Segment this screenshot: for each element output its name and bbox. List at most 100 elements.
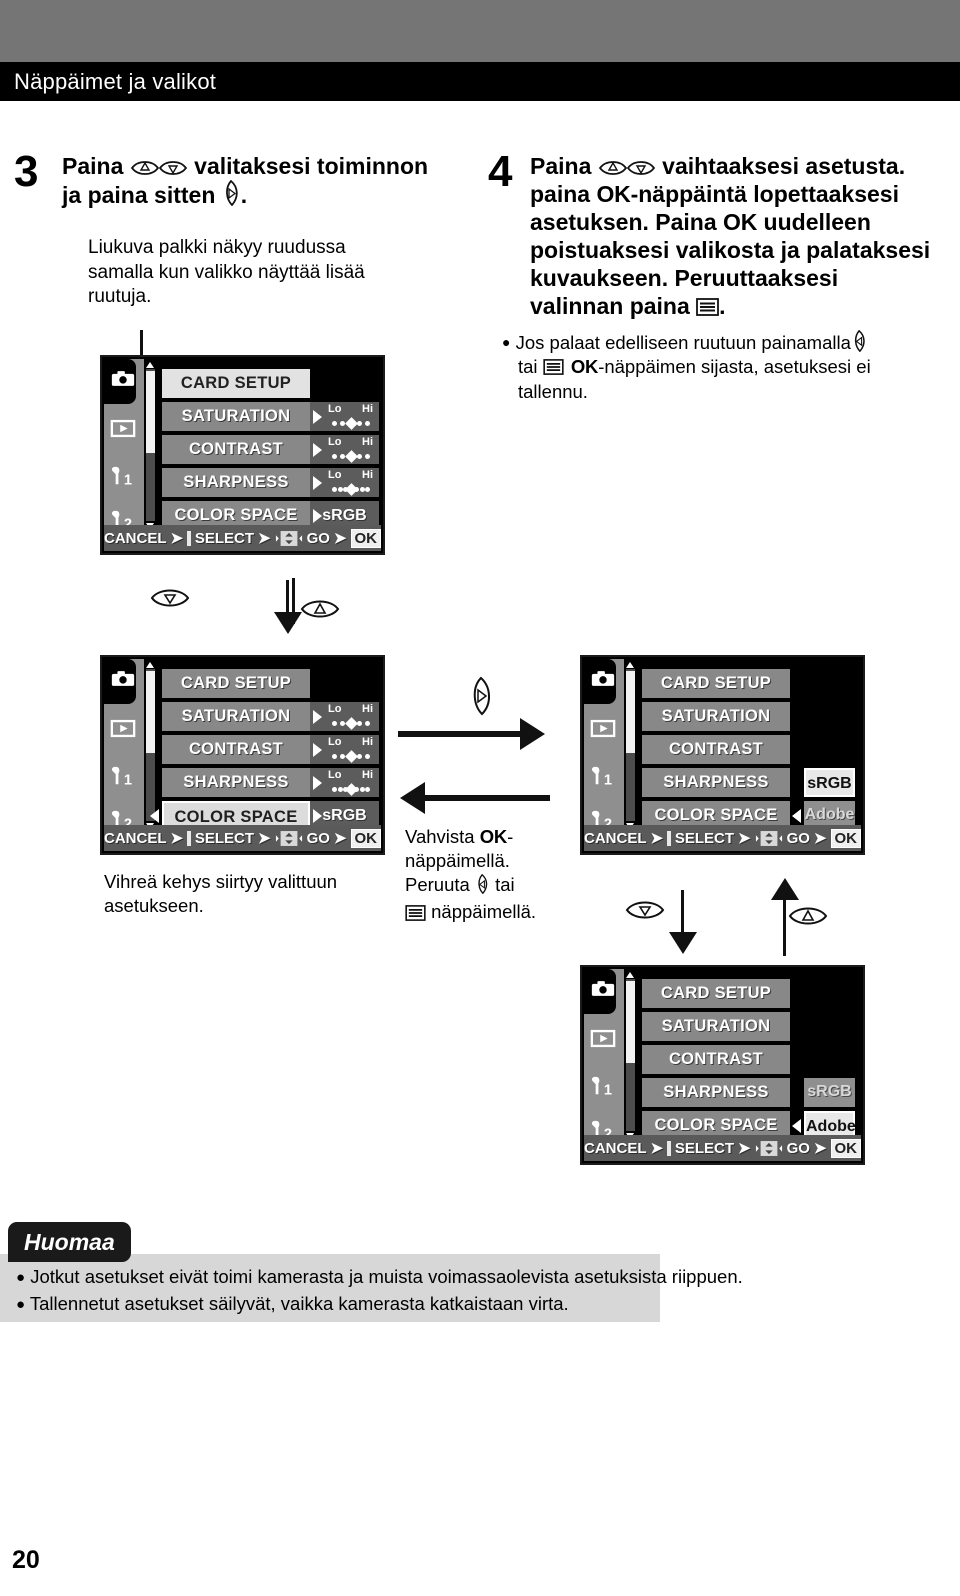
chevron-right-icon xyxy=(313,410,322,424)
camera-icon[interactable] xyxy=(106,669,140,693)
scroll-up-arrow-icon[interactable] xyxy=(626,972,634,978)
lcd-menu-label[interactable]: CARD SETUP xyxy=(162,369,310,398)
wrench-1-icon[interactable]: 1 xyxy=(586,1075,620,1102)
lcd-menu-row[interactable]: SHARPNESS sRGB xyxy=(642,768,861,797)
step-4-line4: poistuaksesi valikosta ja palataksesi xyxy=(530,237,931,264)
scale-dot-icon xyxy=(354,787,359,792)
camera-icon[interactable] xyxy=(586,669,620,693)
scale-lo-label: Lo xyxy=(328,736,342,748)
lcd-menu-row[interactable]: SHARPNESS Lo Hi xyxy=(162,768,381,797)
chevron-right-icon xyxy=(313,443,322,457)
lcd-menu-label[interactable]: CONTRAST xyxy=(642,1045,790,1074)
scroll-up-arrow-icon[interactable] xyxy=(146,662,154,668)
camera-icon[interactable] xyxy=(106,369,140,393)
scale-dot-icon xyxy=(332,487,337,492)
lcd-menu-row[interactable]: SHARPNESS sRGB xyxy=(642,1078,861,1107)
up-flow-arrow-2 xyxy=(771,878,799,900)
lcd-menu-row[interactable]: CONTRAST xyxy=(642,1045,861,1074)
scale-marker-icon xyxy=(344,417,358,430)
lcd-menu-row[interactable]: CARD SETUP xyxy=(642,979,861,1008)
scale-dot-icon xyxy=(356,421,362,426)
bottom-arrow-icon: ➤ xyxy=(170,830,184,847)
ok-label: OK xyxy=(596,181,631,208)
lcd-menu-label[interactable]: SATURATION xyxy=(642,702,790,731)
scroll-up-arrow-icon[interactable] xyxy=(626,662,634,668)
wrench-1-icon[interactable]: 1 xyxy=(586,765,620,792)
lcd-menu-label[interactable]: CARD SETUP xyxy=(162,669,310,698)
wrench-1-icon[interactable]: 1 xyxy=(106,465,140,492)
scale-hi-label: Hi xyxy=(362,703,373,715)
camera-icon[interactable] xyxy=(586,979,620,1003)
step-3-heading-part-c: ja paina sitten xyxy=(62,182,216,209)
lcd-menu-row[interactable]: CONTRAST Lo Hi xyxy=(162,435,381,464)
lcd-menu-row[interactable]: SATURATION xyxy=(642,1012,861,1041)
wrench-1-icon[interactable]: 1 xyxy=(106,765,140,792)
bottom-arrow-icon: ➤ xyxy=(650,1140,664,1157)
lcd-screen-3: 1 2 CARD SETUP SATURATION CONTRAST SHARPNESS s… xyxy=(580,655,865,855)
lcd-menu-label[interactable]: CONTRAST xyxy=(162,435,310,464)
caption-middle-1-post: - xyxy=(507,826,514,847)
lcd-scale-value[interactable]: Lo Hi xyxy=(310,468,379,497)
lcd-menu-label[interactable]: CARD SETUP xyxy=(642,669,790,698)
lcd-menu-label[interactable]: SATURATION xyxy=(642,1012,790,1041)
lcd-menu-label[interactable]: CARD SETUP xyxy=(642,979,790,1008)
bottom-cancel-label: CANCEL xyxy=(584,829,647,847)
lcd-menu-label[interactable]: SHARPNESS xyxy=(162,768,310,797)
scrollbar-thumb[interactable] xyxy=(146,371,155,453)
lcd-scale-value[interactable]: Lo Hi xyxy=(310,702,379,731)
lcd-menu-label[interactable]: SATURATION xyxy=(162,702,310,731)
playback-icon[interactable] xyxy=(106,419,140,443)
lcd-menu-label[interactable]: CONTRAST xyxy=(642,735,790,764)
caption-middle-3-post: tai xyxy=(489,874,515,896)
scale-dot-icon xyxy=(337,487,343,492)
playback-icon[interactable] xyxy=(586,1029,620,1053)
scale-dot-icon xyxy=(332,787,337,792)
lcd-menu-row[interactable]: SATURATION Lo Hi xyxy=(162,702,381,731)
lcd-menu-row[interactable]: CARD SETUP xyxy=(162,669,381,698)
scale-marker-icon xyxy=(344,450,358,463)
lcd-scale-value[interactable]: Lo Hi xyxy=(310,735,379,764)
lcd-menu-row[interactable]: SATURATION Lo Hi xyxy=(162,402,381,431)
step-4-bullet-1a: Jos palaat edelliseen ruutuun painamalla xyxy=(515,332,851,353)
scrollbar-thumb[interactable] xyxy=(626,981,635,1063)
lcd-scale-value[interactable]: Lo Hi xyxy=(310,435,379,464)
lcd-menu-row[interactable]: CONTRAST Lo Hi xyxy=(162,735,381,764)
up-key-icon xyxy=(300,596,340,627)
step-4-line3-pre: asetuksen. Paina xyxy=(530,209,724,236)
lcd-menu-row[interactable]: CARD SETUP xyxy=(162,369,381,398)
lcd-option-unselected[interactable]: sRGB xyxy=(804,1078,855,1107)
lcd-menu-label[interactable]: CONTRAST xyxy=(162,735,310,764)
down-key-icon xyxy=(150,585,190,616)
page-title: Näppäimet ja valikot xyxy=(14,68,217,94)
lcd-menu-row[interactable]: SATURATION xyxy=(642,702,861,731)
menu-key-icon xyxy=(405,903,426,927)
playback-icon[interactable] xyxy=(106,719,140,743)
lcd-menu-row[interactable]: CARD SETUP xyxy=(642,669,861,698)
right-flow-arrow xyxy=(520,718,545,750)
lcd-scale-value[interactable]: Lo Hi xyxy=(310,402,379,431)
left-key-icon xyxy=(851,329,870,354)
scale-hi-label: Hi xyxy=(362,436,373,448)
right-flow-line xyxy=(398,731,523,737)
bottom-arrow-icon: ➤ xyxy=(170,530,184,547)
top-gray-band xyxy=(0,0,960,62)
lcd-menu-row[interactable]: CONTRAST xyxy=(642,735,861,764)
caption-middle-2: näppäimellä. xyxy=(405,850,510,872)
step-3-number: 3 xyxy=(14,147,39,196)
step-4-number: 4 xyxy=(488,147,513,196)
scale-lo-label: Lo xyxy=(328,769,342,781)
scrollbar-thumb[interactable] xyxy=(626,671,635,753)
note-bullet-2-text: Tallennetut asetukset säilyvät, vaikka k… xyxy=(29,1293,569,1314)
bullet-dot-icon: ● xyxy=(16,1269,26,1286)
lcd-menu-label[interactable]: SHARPNESS xyxy=(642,768,790,797)
lcd-bottom-bar: CANCEL ➤ SELECT ➤ GO ➤ OK xyxy=(584,1135,861,1161)
lcd-option-selected[interactable]: sRGB xyxy=(804,768,855,797)
scroll-up-arrow-icon[interactable] xyxy=(146,362,154,368)
lcd-menu-label[interactable]: SHARPNESS xyxy=(642,1078,790,1107)
scrollbar-thumb[interactable] xyxy=(146,671,155,753)
playback-icon[interactable] xyxy=(586,719,620,743)
lcd-menu-row[interactable]: SHARPNESS Lo Hi xyxy=(162,468,381,497)
lcd-menu-label[interactable]: SHARPNESS xyxy=(162,468,310,497)
lcd-menu-label[interactable]: SATURATION xyxy=(162,402,310,431)
lcd-scale-value[interactable]: Lo Hi xyxy=(310,768,379,797)
